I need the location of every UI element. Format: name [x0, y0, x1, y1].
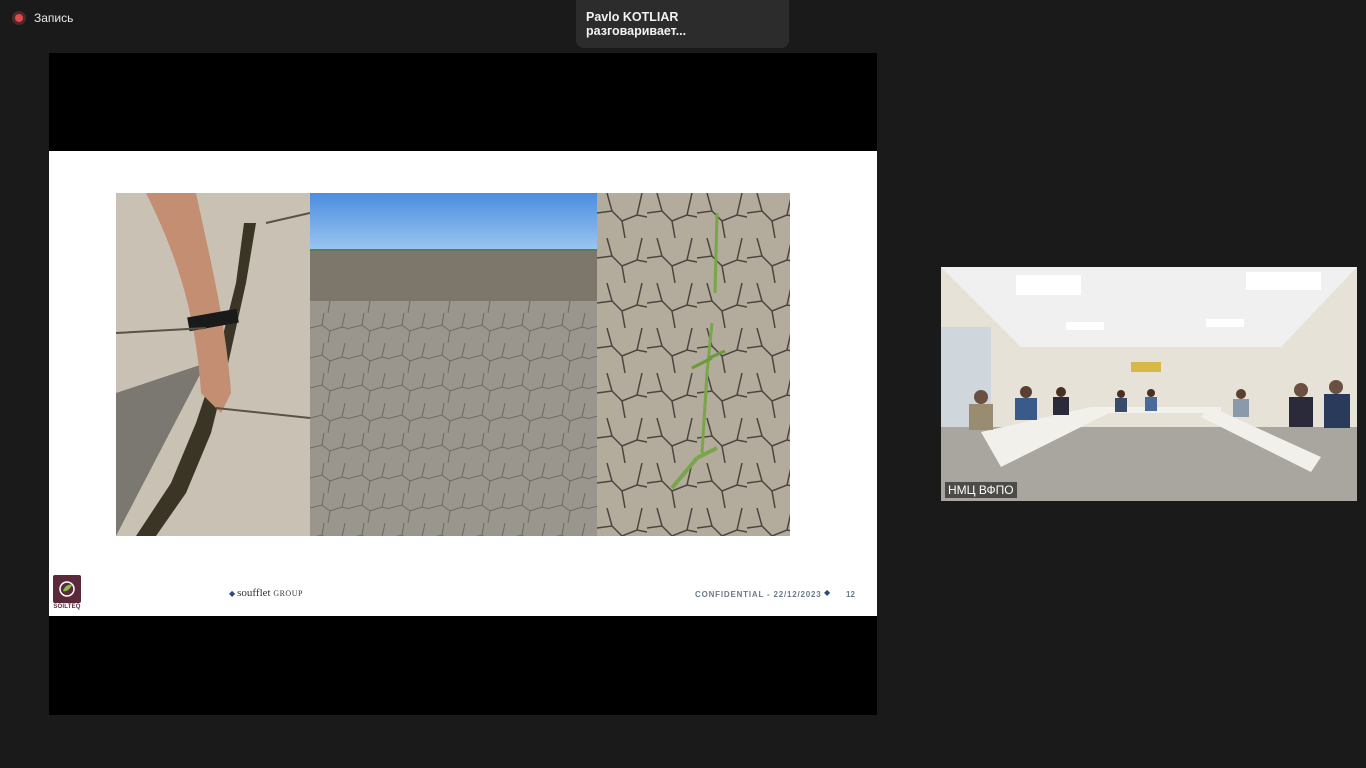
conference-room-video: [941, 267, 1357, 501]
recording-indicator[interactable]: Запись: [12, 11, 73, 25]
diamond-icon: ◆: [824, 588, 831, 597]
slide-page-number: 12: [846, 590, 855, 599]
soufflet-label: soufflet: [237, 587, 271, 599]
dry-field-panorama-photo: [310, 193, 597, 536]
presentation-slide: SOILTEQ ◆ soufflet GROUP CONFIDENTIAL - 2…: [49, 151, 877, 616]
diamond-icon: ◆: [229, 589, 236, 598]
soufflet-group-logo: ◆ soufflet GROUP: [229, 587, 303, 599]
soilteq-logo: SOILTEQ: [53, 575, 81, 613]
cracked-soil-hand-photo: [116, 193, 310, 536]
record-icon: [12, 11, 26, 25]
soilteq-label: SOILTEQ: [53, 604, 81, 610]
participant-name: НМЦ ВФПО: [945, 482, 1017, 498]
soufflet-group-label: GROUP: [273, 589, 303, 598]
confidential-footer: CONFIDENTIAL - 22/12/2023: [695, 590, 822, 599]
recording-label: Запись: [34, 11, 74, 25]
active-speaker-text: Pavlo KOTLIAR разговаривает...: [586, 10, 687, 38]
participant-video-tile[interactable]: НМЦ ВФПО: [941, 267, 1357, 501]
seedlings-cracked-soil-photo: [597, 193, 790, 536]
shared-screen: SOILTEQ ◆ soufflet GROUP CONFIDENTIAL - 2…: [49, 53, 877, 715]
active-speaker-banner: Pavlo KOTLIAR разговаривает...: [576, 0, 789, 48]
